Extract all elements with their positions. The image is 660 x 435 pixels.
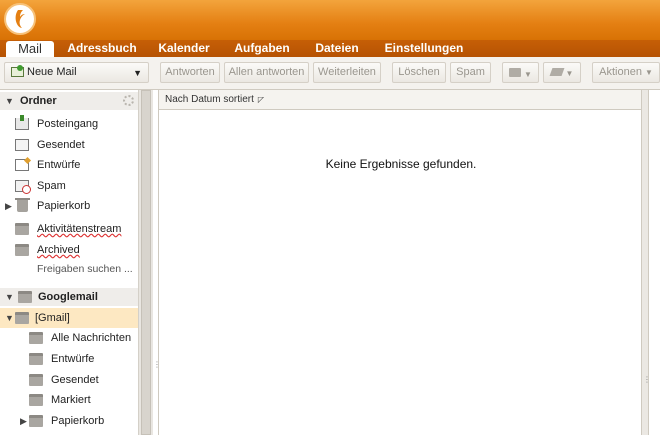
print-menu-button[interactable]: ▼ (502, 62, 539, 83)
tab-aufgaben[interactable]: Aufgaben (228, 40, 296, 57)
reply-all-button[interactable]: Allen antworten (224, 62, 309, 83)
folders-section-header[interactable]: ▼ Ordner (0, 92, 138, 110)
folder-icon (29, 415, 43, 427)
spam-button[interactable]: Spam (450, 62, 491, 83)
mail-toolbar: Neue Mail ▼ Antworten Allen antworten We… (0, 57, 660, 90)
sidebar-item-alle-nachrichten[interactable]: Alle Nachrichten (29, 328, 137, 348)
folder-icon (18, 291, 32, 303)
sidebar-item-posteingang[interactable]: Posteingang (15, 114, 135, 134)
chevron-down-icon[interactable]: ▼ (133, 64, 142, 83)
delete-button[interactable]: Löschen (392, 62, 446, 83)
inbox-icon (15, 115, 29, 130)
folder-label: Gesendet (37, 139, 85, 151)
actions-menu-button[interactable]: Aktionen ▼ (592, 62, 660, 83)
message-list-pane: Nach Datum sortiert ◸ Keine Ergebnisse ge… (158, 90, 642, 435)
sort-label[interactable]: Nach Datum sortiert (165, 94, 254, 105)
chevron-down-icon: ▼ (565, 69, 574, 78)
spam-icon (15, 180, 31, 194)
sort-bar[interactable]: Nach Datum sortiert ◸ (159, 90, 641, 110)
account-title: Googlemail (38, 291, 98, 303)
folder-label: Papierkorb (37, 200, 91, 212)
tab-dateien[interactable]: Dateien (308, 40, 366, 57)
folder-label: Archived (37, 244, 80, 256)
folder-label: Markiert (51, 394, 91, 406)
find-shares-link[interactable]: Freigaben suchen ... (37, 263, 133, 275)
collapse-triangle-icon[interactable]: ▼ (5, 288, 14, 306)
account-section-header[interactable]: ▼ Googlemail (0, 288, 138, 306)
sidebar-item-markiert[interactable]: Markiert (29, 390, 137, 410)
new-mail-button[interactable]: Neue Mail ▼ (4, 62, 149, 83)
sidebar-item-entwuerfe[interactable]: Entwürfe (15, 155, 135, 175)
folder-icon (15, 223, 29, 235)
collapse-triangle-icon[interactable]: ▼ (5, 308, 14, 328)
sidebar-item-aktivitaetenstream[interactable]: Aktivitätenstream (15, 219, 135, 239)
new-mail-label: Neue Mail (27, 66, 77, 78)
chevron-down-icon: ▼ (524, 70, 532, 79)
sidebar-item-gmail-papierkorb[interactable]: Papierkorb (29, 411, 137, 431)
trash-icon (15, 198, 30, 212)
top-banner (0, 0, 660, 40)
folder-label: Gesendet (51, 374, 99, 386)
tag-icon (549, 68, 564, 76)
collapse-triangle-icon[interactable]: ▼ (5, 92, 14, 110)
expand-triangle-icon[interactable]: ▶ (20, 416, 27, 427)
gear-icon[interactable] (123, 95, 134, 106)
sidebar-item-gmail[interactable]: ▼ [Gmail] (0, 308, 138, 328)
print-icon (509, 68, 522, 77)
sidebar-item-papierkorb[interactable]: Papierkorb (15, 196, 135, 216)
tag-menu-button[interactable]: ▼ (543, 62, 581, 83)
folder-icon (29, 374, 43, 386)
chevron-down-icon: ▼ (644, 68, 653, 77)
folder-label: Aktivitätenstream (37, 223, 122, 235)
folder-label: Alle Nachrichten (51, 332, 132, 344)
reply-button[interactable]: Antworten (160, 62, 220, 83)
sidebar-item-archived[interactable]: Archived (15, 240, 135, 260)
folder-icon (15, 244, 29, 256)
sidebar-item-gesendet[interactable]: Gesendet (15, 135, 135, 155)
expand-triangle-icon[interactable]: ▶ (5, 201, 12, 212)
tab-einstellungen[interactable]: Einstellungen (380, 40, 468, 57)
actions-label: Aktionen (599, 66, 642, 78)
folder-label: [Gmail] (35, 312, 70, 324)
main-tab-bar: Mail Adressbuch Kalender Aufgaben Dateie… (0, 40, 660, 58)
tab-mail[interactable]: Mail (6, 41, 54, 58)
sort-order-icon[interactable]: ◸ (258, 95, 264, 104)
folder-label: Posteingang (37, 118, 99, 130)
folder-label: Entwürfe (37, 159, 81, 171)
sidebar-item-gmail-gesendet[interactable]: Gesendet (29, 370, 137, 390)
drafts-icon (15, 159, 29, 171)
folder-pane: ▼ Ordner Posteingang Gesendet Entwürfe S… (0, 90, 138, 435)
reading-pane (648, 90, 660, 435)
forward-button[interactable]: Weiterleiten (313, 62, 381, 83)
folder-icon (29, 353, 43, 365)
sidebar-item-gmail-entwuerfe[interactable]: Entwürfe (29, 349, 137, 369)
sent-icon (15, 139, 29, 151)
app-logo-icon[interactable] (4, 3, 36, 35)
folder-icon (15, 312, 29, 324)
folder-pane-scrollbar[interactable]: ⋮ (138, 90, 161, 435)
tab-adressbuch[interactable]: Adressbuch (64, 40, 140, 57)
empty-list-message: Keine Ergebnisse gefunden. (325, 157, 477, 171)
sidebar-item-spam[interactable]: Spam (15, 176, 135, 196)
folder-icon (29, 394, 43, 406)
folder-label: Papierkorb (51, 415, 105, 427)
new-mail-icon (11, 65, 24, 77)
folders-section-title: Ordner (20, 95, 57, 107)
tab-kalender[interactable]: Kalender (152, 40, 216, 57)
folder-label: Entwürfe (51, 353, 95, 365)
folder-icon (29, 332, 43, 344)
folder-label: Spam (37, 180, 66, 192)
scrollbar-thumb[interactable] (141, 90, 151, 435)
